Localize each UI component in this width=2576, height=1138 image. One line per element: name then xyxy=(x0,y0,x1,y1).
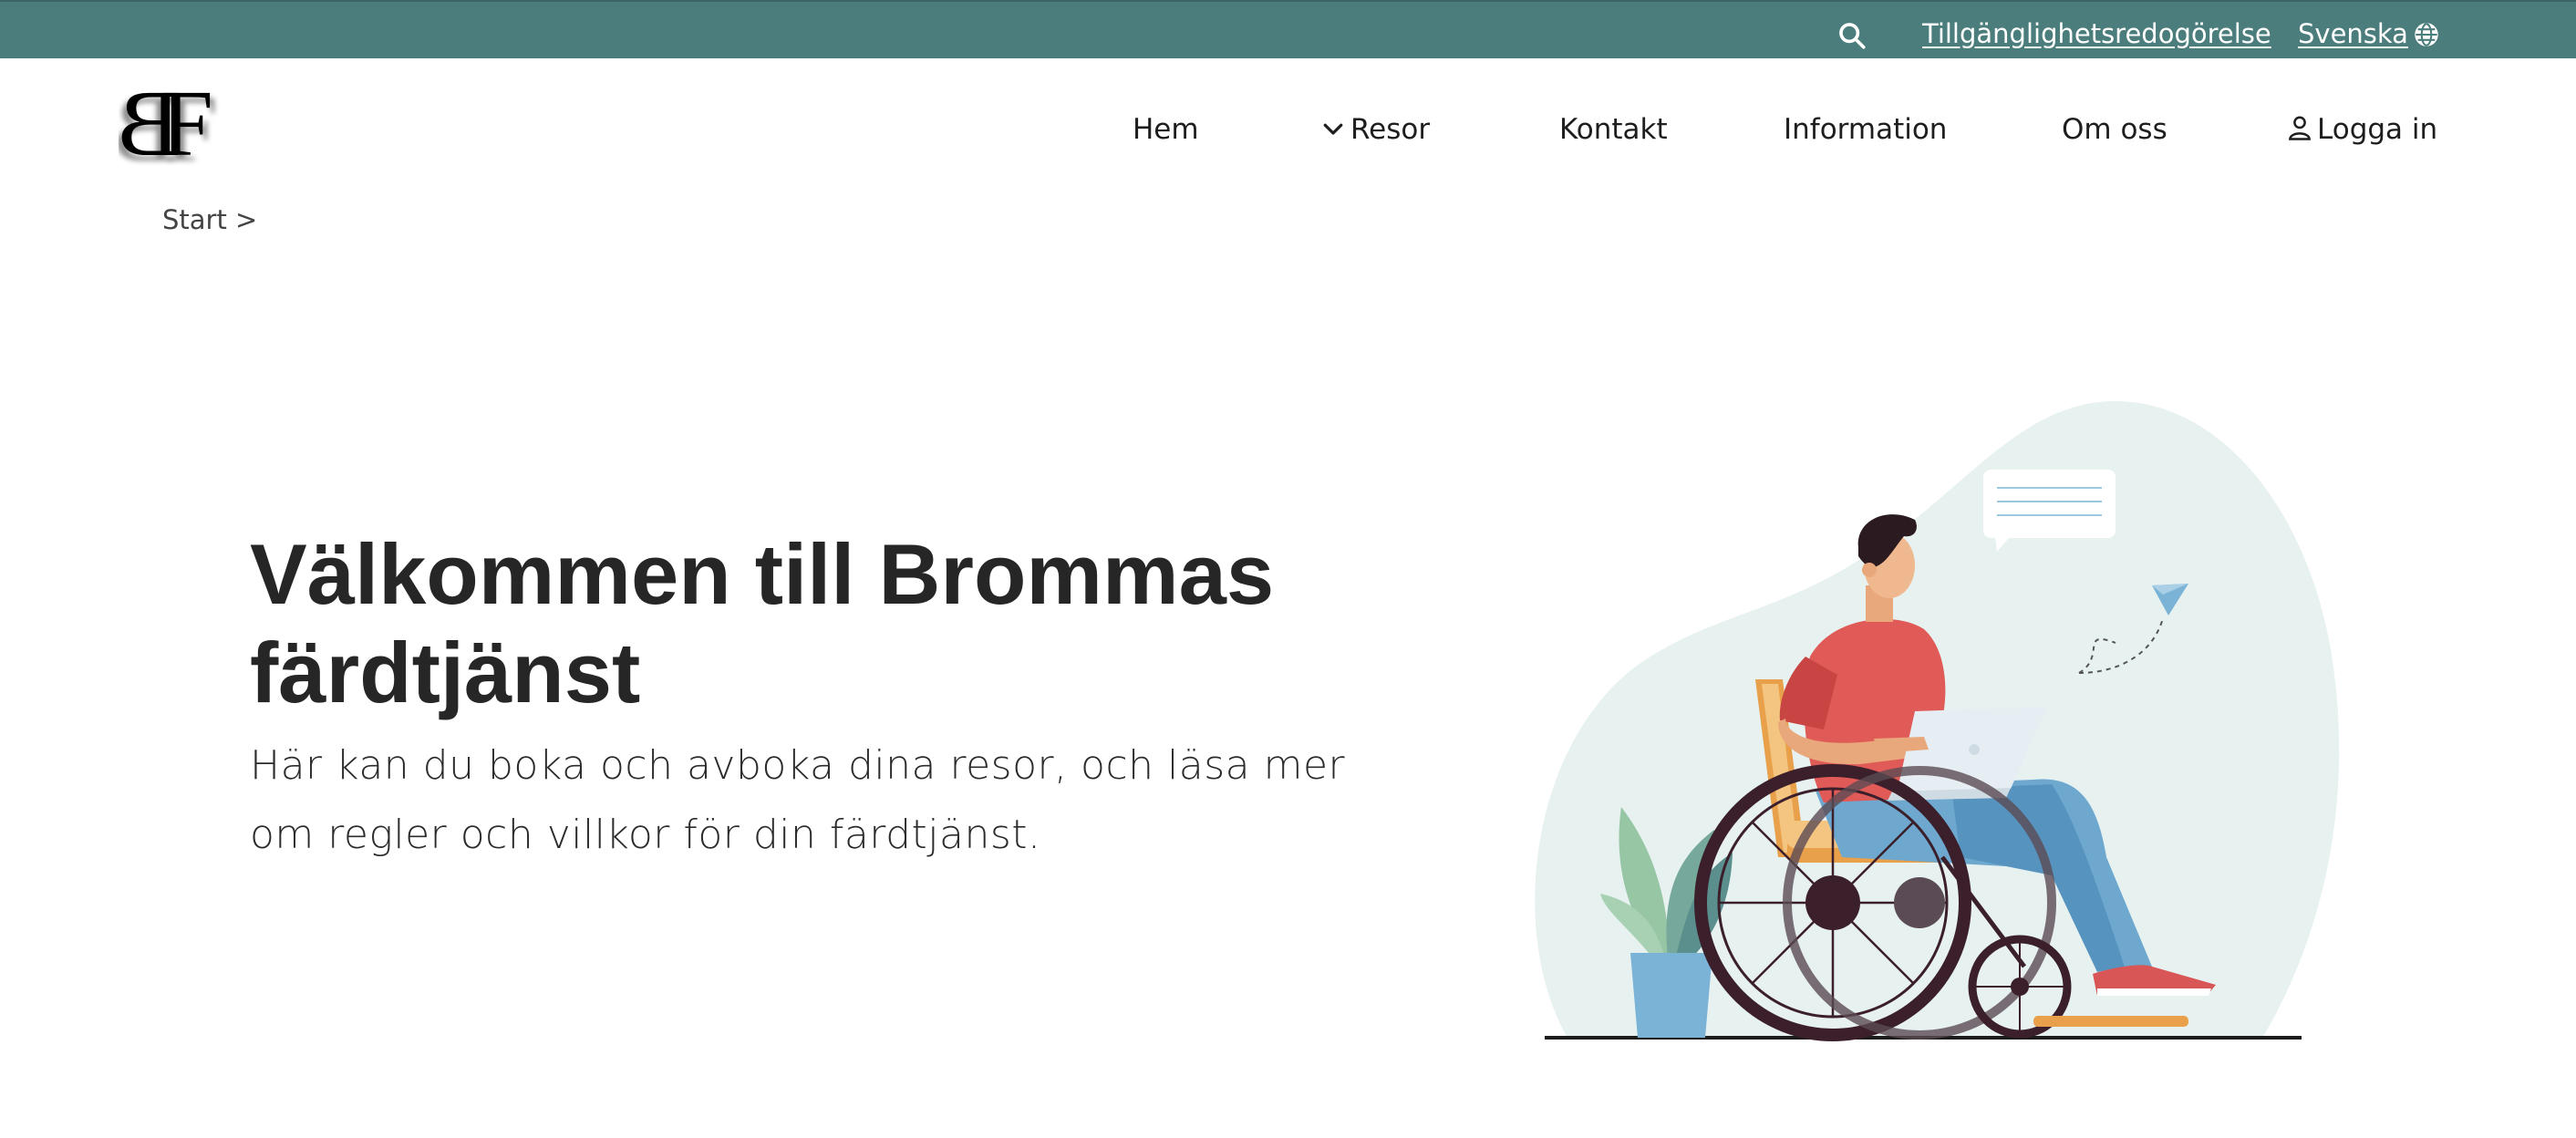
top-utility-bar: Tillgänglighetsredogörelse Svenska xyxy=(0,0,2576,58)
hero-title: Välkommen till Brommas färdtjänst xyxy=(250,526,1275,720)
user-icon xyxy=(2289,116,2311,140)
site-logo[interactable]: B F xyxy=(118,71,228,176)
nav-item-resor-label: Resor xyxy=(1350,113,1431,146)
nav-item-hem[interactable]: Hem xyxy=(1133,113,1199,146)
hero-description: Här kan du boka och avboka dina resor, o… xyxy=(250,742,1346,858)
nav-item-information[interactable]: Information xyxy=(1784,113,1947,146)
nav-item-om-oss[interactable]: Om oss xyxy=(2062,113,2167,146)
nav-item-kontakt[interactable]: Kontakt xyxy=(1559,113,1668,146)
globe-icon xyxy=(2415,23,2438,47)
login-link[interactable]: Logga in xyxy=(2286,113,2437,146)
language-selector[interactable]: Svenska xyxy=(2298,18,2439,49)
svg-text:F: F xyxy=(160,75,213,166)
chevron-down-icon xyxy=(1323,123,1343,135)
login-label: Logga in xyxy=(2317,113,2438,146)
nav-item-resor[interactable]: Resor xyxy=(1319,113,1430,146)
wheelchair-user-illustration xyxy=(1514,383,2362,1049)
breadcrumb[interactable]: Start > xyxy=(162,204,257,235)
search-icon[interactable] xyxy=(1836,20,1867,51)
language-label: Svenska xyxy=(2298,18,2408,49)
accessibility-statement-link[interactable]: Tillgänglighetsredogörelse xyxy=(1922,18,2271,49)
